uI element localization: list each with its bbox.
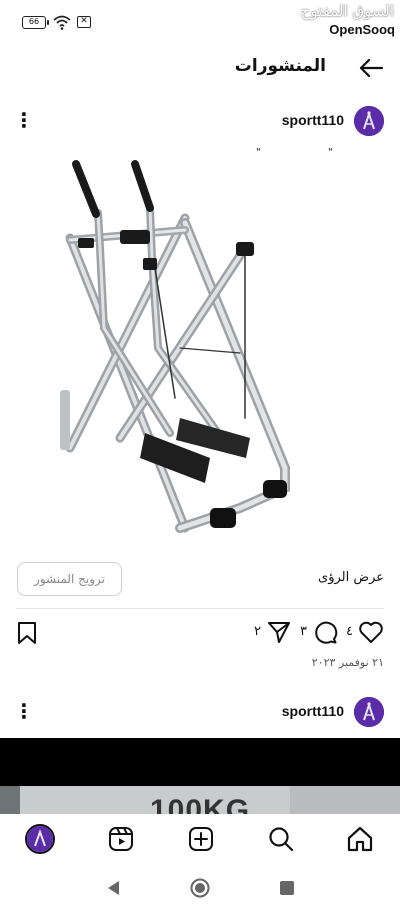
brand-logo-english: OpenSooq xyxy=(329,22,395,37)
home-icon[interactable] xyxy=(345,824,375,854)
search-icon[interactable] xyxy=(266,824,296,854)
heart-icon[interactable] xyxy=(358,620,384,644)
profile-tab-avatar[interactable] xyxy=(25,824,55,854)
page-header: المنشورات xyxy=(0,50,400,86)
comment-icon[interactable] xyxy=(312,620,338,644)
bookmark-icon[interactable] xyxy=(16,621,38,645)
share-action[interactable]: ٢ xyxy=(254,618,294,646)
avatar-image xyxy=(354,697,384,727)
post-header: sportt110 ⋮ xyxy=(0,104,400,140)
avatar-image xyxy=(354,106,384,136)
username[interactable]: sportt110 xyxy=(282,112,344,128)
like-count: ٤ xyxy=(346,624,353,639)
image-shadow xyxy=(0,786,20,814)
promote-post-button[interactable]: ترويج المنشور xyxy=(17,562,122,596)
share-count: ٢ xyxy=(254,624,261,639)
post-image-top xyxy=(0,738,400,786)
brand-logo-arabic: السوق المفتوح xyxy=(300,2,394,20)
battery-icon: 66 xyxy=(22,16,49,29)
avatar[interactable] xyxy=(354,106,384,136)
post-image[interactable] xyxy=(0,158,400,548)
more-options-icon[interactable]: ⋮ xyxy=(14,108,34,132)
arrow-left-icon[interactable] xyxy=(358,56,384,80)
comment-action[interactable]: ٣ xyxy=(300,618,340,646)
image-text: 100KG xyxy=(150,794,251,814)
recents-icon[interactable] xyxy=(277,878,297,898)
username[interactable]: sportt110 xyxy=(282,703,344,719)
more-options-icon[interactable]: ⋮ xyxy=(14,699,34,723)
post-caption: " " xyxy=(0,148,400,158)
send-icon[interactable] xyxy=(266,620,292,644)
post-actions: ٤ ٣ ٢ xyxy=(0,618,400,648)
avatar-image xyxy=(27,826,53,852)
status-bar: 66 ✕ السوق المفتوح OpenSooq xyxy=(0,0,400,44)
post-image[interactable]: 100KG xyxy=(0,786,400,814)
sim-off-icon: ✕ xyxy=(77,16,91,28)
like-action[interactable]: ٤ xyxy=(346,618,386,646)
wifi-icon xyxy=(53,15,71,30)
reels-icon[interactable] xyxy=(106,824,136,854)
page-title: المنشورات xyxy=(234,56,326,76)
create-icon[interactable] xyxy=(186,824,216,854)
caption-mark: " xyxy=(256,147,261,158)
view-insights-link[interactable]: عرض الرؤى xyxy=(318,570,384,585)
avatar[interactable] xyxy=(354,697,384,727)
home-circle-icon[interactable] xyxy=(190,878,210,898)
comment-count: ٣ xyxy=(300,624,307,639)
image-shadow xyxy=(290,786,400,814)
bottom-tab-bar xyxy=(0,814,400,864)
back-icon[interactable] xyxy=(104,878,124,898)
divider xyxy=(16,608,384,609)
system-nav-bar xyxy=(0,864,400,911)
post-date: ٢١ نوفمبر ٢٠٢٣ xyxy=(311,656,384,669)
caption-mark: " xyxy=(328,147,333,158)
post-header: sportt110 ⋮ xyxy=(0,695,400,731)
